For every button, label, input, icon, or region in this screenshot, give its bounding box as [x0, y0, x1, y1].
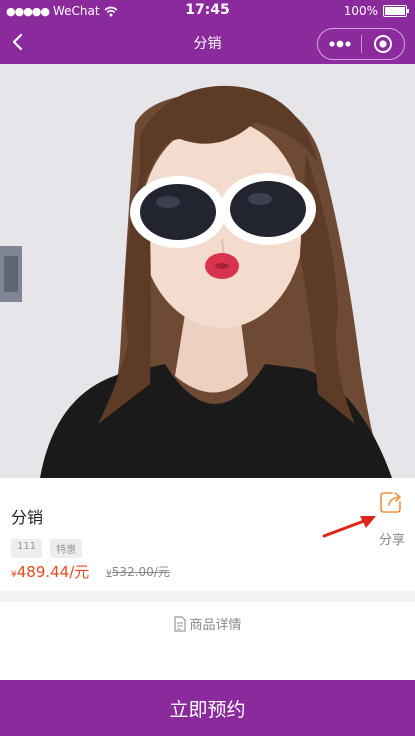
share-icon	[380, 492, 401, 513]
product-name: 分销	[11, 508, 44, 527]
tag: 特惠	[50, 539, 83, 558]
close-circle-icon	[374, 35, 392, 53]
current-price: ¥489.44/元	[11, 561, 89, 582]
product-image	[0, 64, 415, 478]
details-tab[interactable]: 商品详情	[0, 614, 415, 633]
status-bar: ●●●●● WeChat 17:45 100%	[0, 0, 415, 22]
battery-percent: 100%	[343, 4, 378, 18]
current-price-value: 489.44/元	[16, 563, 90, 581]
more-button[interactable]	[318, 29, 361, 59]
annotation-arrow-icon	[322, 516, 376, 538]
battery-icon	[383, 5, 409, 17]
book-now-button[interactable]: 立即预约	[0, 680, 415, 736]
share-label: 分享	[378, 533, 405, 548]
original-price: ¥532.00/元	[106, 563, 170, 580]
close-miniapp-button[interactable]	[362, 29, 404, 59]
top-bar: ●●●●● WeChat 17:45 100% 分销	[0, 0, 415, 64]
nav-bar: 分销	[0, 22, 415, 64]
more-dots-icon	[328, 40, 351, 48]
details-section: 商品详情	[0, 602, 415, 682]
product-tags: 111 特惠	[11, 539, 83, 558]
details-title: 商品详情	[189, 618, 242, 633]
original-price-value: 532.00/元	[111, 565, 170, 579]
tag: 111	[11, 539, 43, 558]
document-icon	[174, 615, 187, 632]
miniapp-capsule	[317, 28, 405, 60]
